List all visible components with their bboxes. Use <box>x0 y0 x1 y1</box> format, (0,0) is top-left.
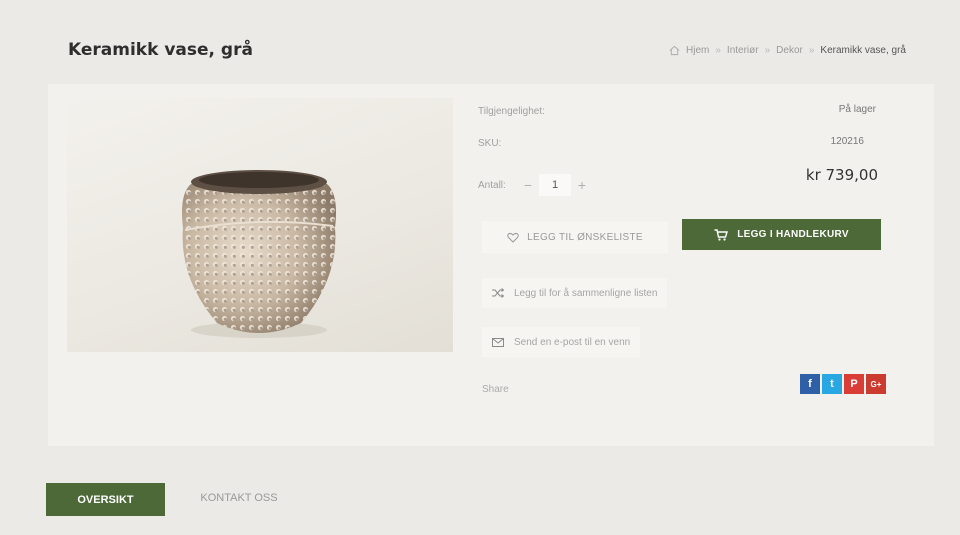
google-plus-icon[interactable]: G+ <box>866 374 886 394</box>
breadcrumb-separator: » <box>715 45 721 56</box>
quantity-increase-button[interactable]: + <box>571 174 593 196</box>
envelope-icon <box>492 337 504 347</box>
sku-label: SKU: <box>478 138 502 149</box>
tab-overview[interactable]: OVERSIKT <box>46 483 165 516</box>
share-label: Share <box>482 384 509 395</box>
wishlist-label: LEGG TIL ØNSKELISTE <box>527 231 643 243</box>
home-icon[interactable] <box>669 45 680 56</box>
sku-value: 120216 <box>830 136 864 147</box>
add-to-wishlist-button[interactable]: LEGG TIL ØNSKELISTE <box>482 221 668 253</box>
breadcrumb-separator: » <box>808 45 815 56</box>
availability-value: På lager <box>838 104 876 115</box>
vase-illustration <box>182 170 336 338</box>
breadcrumb-item-decor[interactable]: Dekor <box>776 45 803 56</box>
tab-contact[interactable]: KONTAKT OSS <box>171 483 307 513</box>
availability-label: Tilgjengelighet: <box>478 106 545 117</box>
cart-icon <box>714 228 729 241</box>
heart-icon <box>507 232 519 243</box>
add-to-cart-label: LEGG I HANDLEKURV <box>737 229 849 240</box>
quantity-decrease-button[interactable]: − <box>517 174 539 196</box>
breadcrumb-item-interior[interactable]: Interiør <box>727 45 759 56</box>
email-friend-link[interactable]: Send en e-post til en venn <box>482 327 641 357</box>
quantity-stepper: − 1 + <box>517 174 597 196</box>
breadcrumb-item-home[interactable]: Hjem <box>686 45 709 56</box>
quantity-input[interactable]: 1 <box>539 174 571 196</box>
product-price: kr 739,00 <box>805 166 878 184</box>
quantity-label: Antall: <box>478 180 506 191</box>
breadcrumb: Hjem » Interiør » Dekor » Keramikk vase,… <box>669 45 906 56</box>
breadcrumb-current: Keramikk vase, grå <box>820 45 906 56</box>
facebook-icon[interactable]: f <box>800 374 820 394</box>
pinterest-icon[interactable]: P <box>844 374 864 394</box>
compare-label: Legg til for å sammenligne listen <box>514 287 658 299</box>
compare-link[interactable]: Legg til for å sammenligne listen <box>482 278 668 308</box>
twitter-icon[interactable]: t <box>822 374 842 394</box>
product-image[interactable] <box>67 98 453 352</box>
shuffle-icon <box>492 288 504 298</box>
page-title: Keramikk vase, grå <box>68 40 253 60</box>
email-friend-label: Send en e-post til en venn <box>514 336 631 348</box>
breadcrumb-separator: » <box>764 45 771 56</box>
add-to-cart-button[interactable]: LEGG I HANDLEKURV <box>682 219 881 250</box>
